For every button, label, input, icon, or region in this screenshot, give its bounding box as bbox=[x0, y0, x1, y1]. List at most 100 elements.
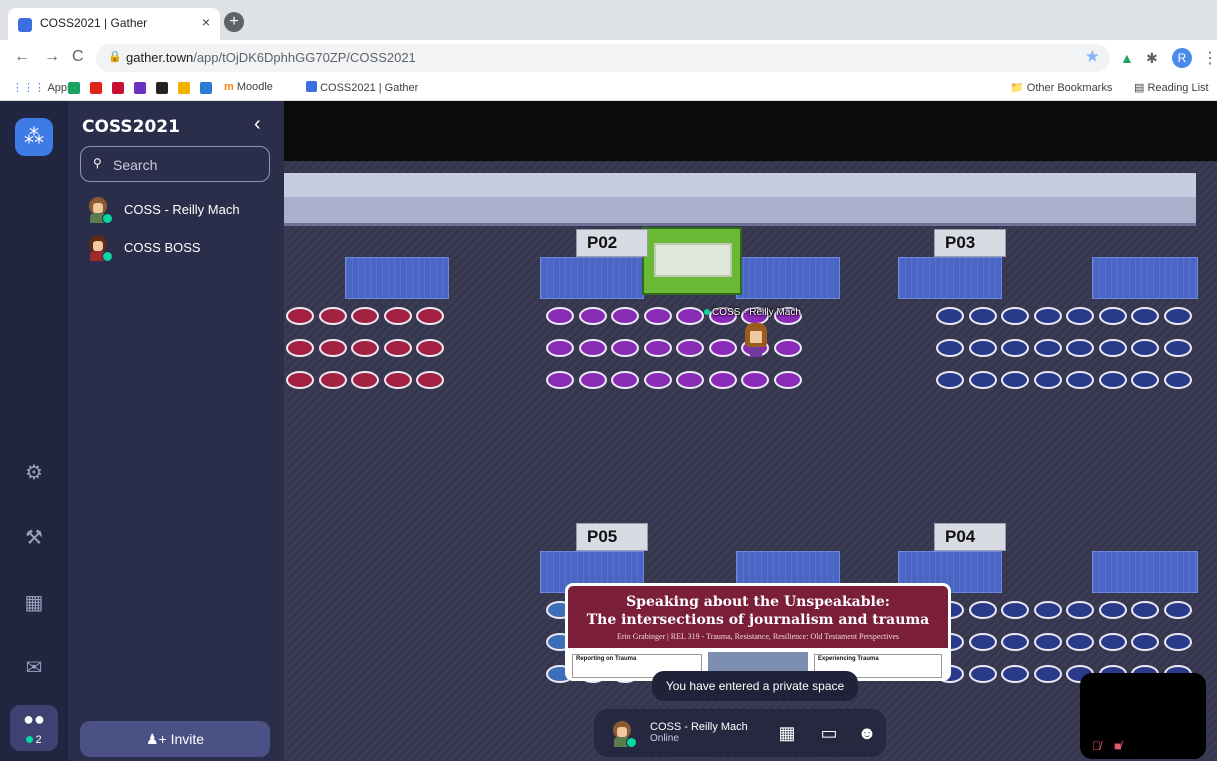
collapse-panel-chevron-icon[interactable]: ‹ bbox=[254, 113, 261, 136]
map-seat bbox=[1163, 307, 1192, 325]
back-button[interactable]: ← bbox=[14, 48, 30, 66]
bookmark-star-icon[interactable]: ★ bbox=[1085, 47, 1100, 67]
map-seat bbox=[286, 307, 314, 325]
private-space-toast: You have entered a private space bbox=[652, 671, 858, 701]
tab-title: COSS2021 | Gather bbox=[40, 16, 148, 30]
map-seat bbox=[1033, 371, 1062, 389]
presentation-screen[interactable] bbox=[642, 227, 742, 295]
invite-button[interactable]: ♟+ Invite bbox=[80, 721, 270, 757]
space-title: COSS2021 bbox=[82, 117, 180, 137]
search-box[interactable]: ⚲ bbox=[80, 146, 270, 182]
gather-bookmark[interactable]: COSS2021 | Gather bbox=[306, 81, 418, 94]
online-status-dot bbox=[102, 213, 113, 224]
add-user-icon: ♟+ bbox=[145, 731, 167, 747]
map-seat bbox=[708, 371, 737, 389]
bottom-bar: COSS - Reilly Mach Online ▦ ▭ ☻ bbox=[594, 709, 886, 757]
map-seat bbox=[1001, 371, 1029, 389]
forward-button[interactable]: → bbox=[44, 48, 60, 66]
participants-button[interactable]: ●● 2 bbox=[10, 705, 58, 751]
drive-bookmark-icon[interactable] bbox=[68, 82, 80, 94]
participant-count: 2 bbox=[35, 734, 42, 746]
apps-bookmark[interactable]: ⋮⋮⋮ Apps bbox=[12, 81, 73, 94]
player-nametag: COSS - Reilly Mach bbox=[704, 307, 801, 318]
map-seat bbox=[936, 307, 964, 325]
screen-share-icon[interactable]: ▭ bbox=[818, 722, 840, 744]
map-seat bbox=[611, 371, 639, 389]
map-seat bbox=[1163, 633, 1192, 651]
online-dot bbox=[26, 736, 34, 743]
map-seat bbox=[318, 339, 347, 357]
amazon-bookmark-icon[interactable] bbox=[156, 82, 168, 94]
reload-button[interactable]: C bbox=[72, 48, 84, 66]
map-seat bbox=[676, 371, 704, 389]
map-seat bbox=[1066, 633, 1094, 651]
map-seat bbox=[611, 307, 639, 325]
left-rail: ⁂ ⚙ ⚒ ▦ ✉ ●● 2 bbox=[0, 101, 68, 761]
map-table bbox=[1092, 551, 1198, 593]
map-seat bbox=[1033, 633, 1062, 651]
build-hammer-icon[interactable]: ⚒ bbox=[22, 526, 46, 550]
map-seat bbox=[968, 307, 997, 325]
extensions-puzzle-icon[interactable]: ✱ bbox=[1146, 50, 1158, 67]
map-table bbox=[898, 257, 1002, 299]
map-table bbox=[540, 257, 644, 299]
map-seat bbox=[1001, 601, 1029, 619]
map-seat bbox=[416, 371, 444, 389]
map-seat bbox=[286, 339, 314, 357]
map-seat bbox=[643, 371, 672, 389]
map-seat bbox=[318, 307, 347, 325]
browser-menu-icon[interactable]: ⋮ bbox=[1202, 48, 1217, 68]
reading-list[interactable]: ▤ Reading List bbox=[1134, 81, 1209, 94]
map-seat bbox=[383, 339, 412, 357]
map-seat bbox=[318, 371, 347, 389]
avatar bbox=[86, 235, 113, 262]
map-seat bbox=[1131, 601, 1159, 619]
yahoo-bookmark-icon[interactable] bbox=[134, 82, 146, 94]
map-seat bbox=[1066, 371, 1094, 389]
map-seat bbox=[968, 665, 997, 683]
game-map[interactable]: P02 P03 P05 P04 COSS - Reilly Mach Speak… bbox=[284, 101, 1217, 761]
map-icon[interactable]: ▦ bbox=[776, 722, 798, 744]
self-avatar[interactable] bbox=[610, 721, 637, 748]
search-input[interactable] bbox=[111, 153, 265, 177]
calendar-icon[interactable]: ▦ bbox=[22, 591, 46, 615]
self-name: COSS - Reilly Mach bbox=[650, 721, 748, 733]
map-seat bbox=[676, 339, 704, 357]
map-seat bbox=[741, 371, 769, 389]
map-seat bbox=[1098, 371, 1127, 389]
youtube-bookmark-icon[interactable] bbox=[90, 82, 102, 94]
map-seat bbox=[1098, 601, 1127, 619]
browser-tab[interactable]: COSS2021 | Gather × bbox=[8, 8, 220, 40]
map-table bbox=[1092, 257, 1198, 299]
map-seat bbox=[1001, 339, 1029, 357]
gather-logo-icon[interactable]: ⁂ bbox=[15, 118, 53, 156]
close-tab-icon[interactable]: × bbox=[202, 14, 210, 30]
map-table bbox=[736, 257, 840, 299]
camera-off-icon[interactable]: ■̸ bbox=[1114, 739, 1121, 753]
folder-bookmark-icon[interactable] bbox=[178, 82, 190, 94]
map-seat bbox=[351, 339, 379, 357]
settings-gear-icon[interactable]: ⚙ bbox=[22, 461, 46, 485]
avatar bbox=[86, 197, 113, 224]
address-bar[interactable]: 🔒 gather.town/app/tOjDK6DphhGG70ZP/COSS2… bbox=[96, 44, 1110, 72]
map-seat bbox=[1001, 665, 1029, 683]
pod-label: P03 bbox=[934, 229, 1006, 257]
chat-icon[interactable]: ✉ bbox=[22, 656, 46, 680]
new-tab-button[interactable]: + bbox=[224, 12, 244, 32]
slide-title-line2: The intersections of journalism and trau… bbox=[586, 612, 930, 628]
map-seat bbox=[1163, 371, 1192, 389]
outlook-bookmark-icon[interactable] bbox=[200, 82, 212, 94]
player-avatar[interactable] bbox=[742, 323, 770, 357]
profile-avatar[interactable]: R bbox=[1172, 48, 1192, 68]
moodle-bookmark[interactable]: m Moodle bbox=[224, 81, 273, 93]
drive-extension-icon[interactable]: ▲ bbox=[1120, 50, 1134, 66]
emoji-icon[interactable]: ☻ bbox=[856, 722, 878, 744]
mic-off-icon[interactable]: 🎙̸ bbox=[1092, 739, 1101, 753]
map-seat bbox=[968, 633, 997, 651]
netflix-bookmark-icon[interactable] bbox=[112, 82, 124, 94]
presentation-slide[interactable]: Speaking about the Unspeakable: The inte… bbox=[565, 583, 951, 681]
map-seat bbox=[936, 339, 964, 357]
map-table bbox=[345, 257, 449, 299]
other-bookmarks[interactable]: 📁 Other Bookmarks bbox=[1010, 81, 1112, 94]
map-seat bbox=[1163, 601, 1192, 619]
